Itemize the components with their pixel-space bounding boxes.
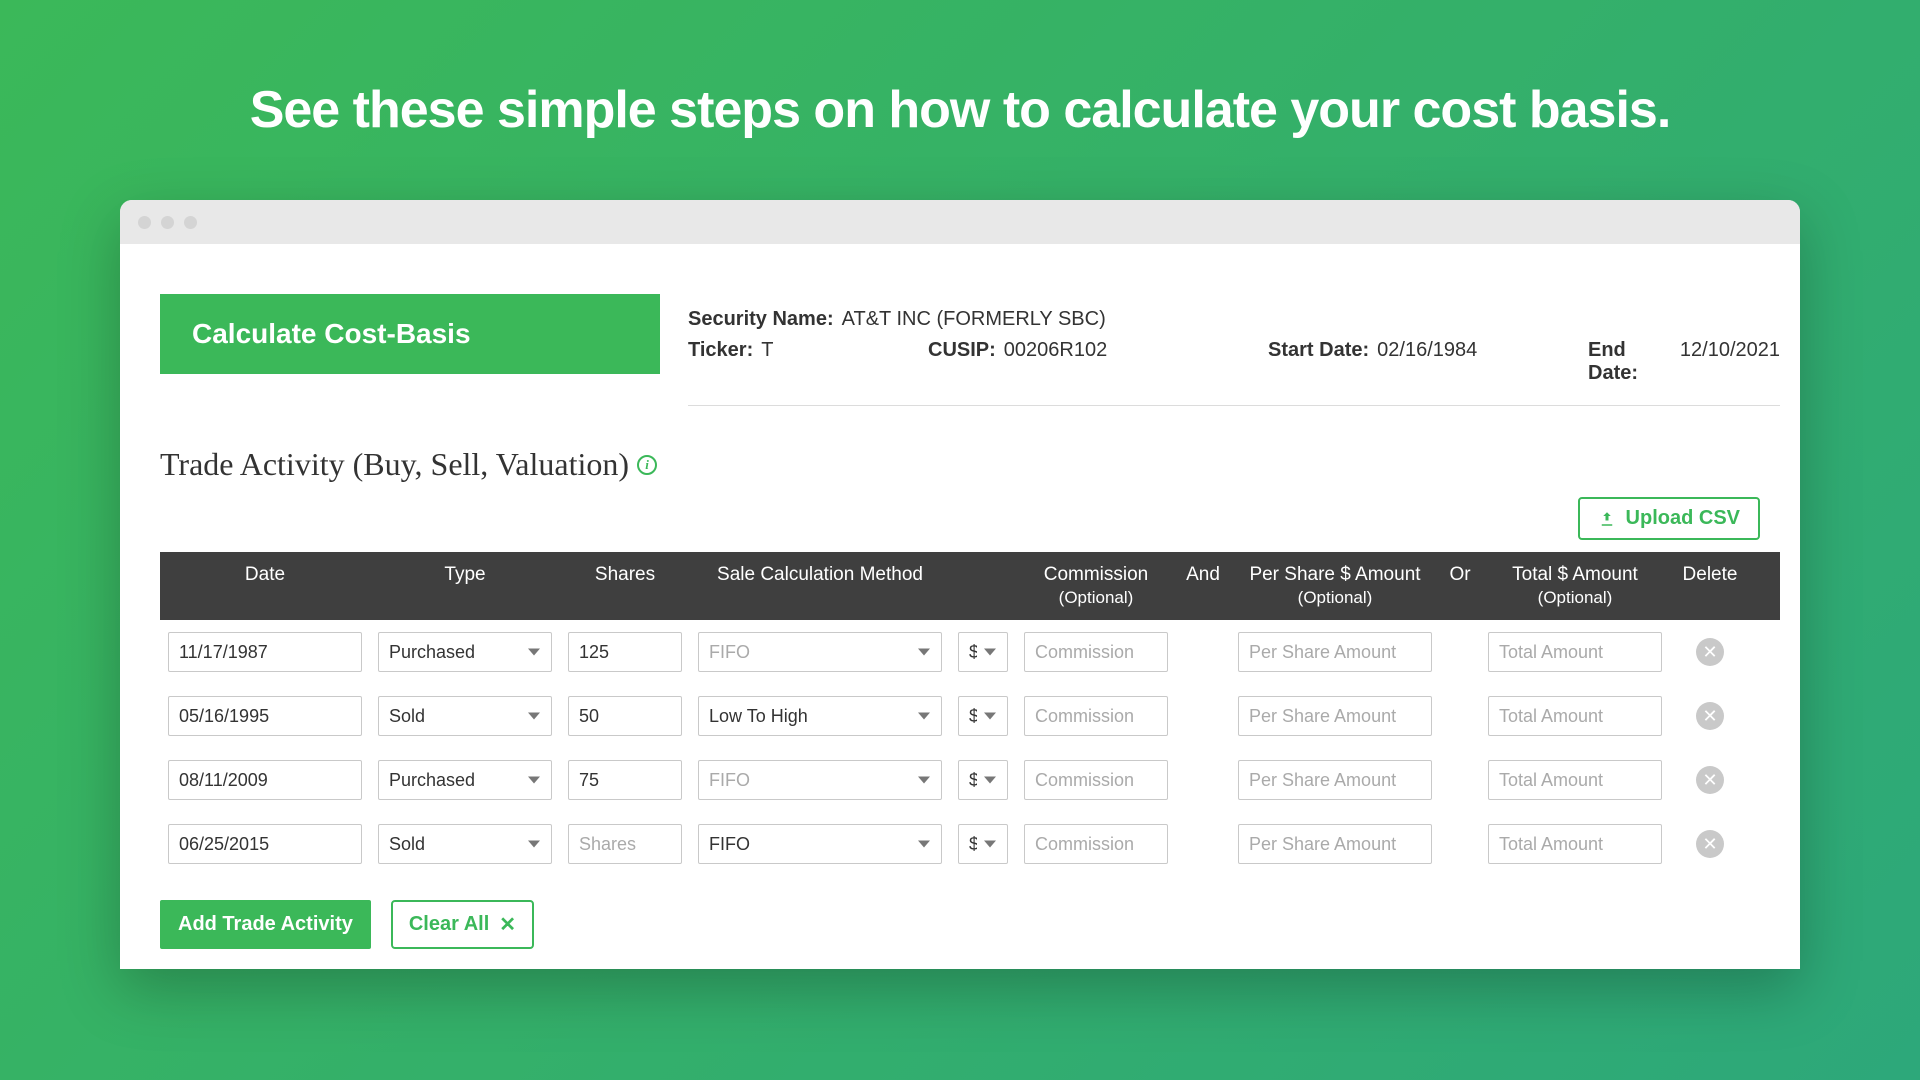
method-select[interactable]: Low To High: [698, 696, 942, 736]
add-trade-button[interactable]: Add Trade Activity: [160, 900, 371, 949]
method-select[interactable]: FIFO: [698, 632, 942, 672]
ticker-value: T: [761, 339, 773, 385]
hero-title: See these simple steps on how to calcula…: [0, 0, 1920, 200]
table-header: Date Type Shares Sale Calculation Method…: [160, 552, 1780, 620]
clear-all-label: Clear All: [409, 913, 489, 936]
clear-all-button[interactable]: Clear All ✕: [391, 900, 534, 949]
pershare-input[interactable]: [1238, 824, 1432, 864]
total-input[interactable]: [1488, 760, 1662, 800]
total-input[interactable]: [1488, 696, 1662, 736]
total-input[interactable]: [1488, 824, 1662, 864]
security-name-value: AT&T INC (FORMERLY SBC): [842, 308, 1106, 331]
calculate-banner: Calculate Cost-Basis: [160, 294, 660, 374]
traffic-light-close-icon: [138, 216, 151, 229]
col-commission: Commission(Optional): [1016, 564, 1176, 608]
trade-table: Date Type Shares Sale Calculation Method…: [160, 552, 1780, 876]
traffic-light-min-icon: [161, 216, 174, 229]
shares-input[interactable]: [568, 696, 682, 736]
date-input[interactable]: [168, 696, 362, 736]
col-total: Total $ Amount(Optional): [1480, 564, 1670, 608]
type-select[interactable]: Sold: [378, 824, 552, 864]
traffic-light-max-icon: [184, 216, 197, 229]
pershare-input[interactable]: [1238, 760, 1432, 800]
section-title: Trade Activity (Buy, Sell, Valuation) i: [160, 446, 1780, 483]
cusip-value: 00206R102: [1004, 339, 1107, 385]
delete-row-button[interactable]: ✕: [1696, 766, 1724, 794]
currency-select[interactable]: $: [958, 760, 1008, 800]
date-input[interactable]: [168, 760, 362, 800]
end-date-label: End Date:: [1588, 339, 1672, 385]
col-shares: Shares: [560, 564, 690, 608]
date-input[interactable]: [168, 824, 362, 864]
delete-row-button[interactable]: ✕: [1696, 702, 1724, 730]
col-pershare: Per Share $ Amount(Optional): [1230, 564, 1440, 608]
type-select[interactable]: Purchased: [378, 760, 552, 800]
cusip-label: CUSIP:: [928, 339, 996, 385]
commission-input[interactable]: [1024, 696, 1168, 736]
method-select[interactable]: FIFO: [698, 760, 942, 800]
upload-icon: [1598, 510, 1616, 528]
col-method: Sale Calculation Method: [690, 564, 950, 608]
table-row: Sold Low To High $ ✕: [160, 684, 1780, 748]
method-select[interactable]: FIFO: [698, 824, 942, 864]
start-date-value: 02/16/1984: [1377, 339, 1477, 385]
pershare-input[interactable]: [1238, 632, 1432, 672]
shares-input[interactable]: [568, 632, 682, 672]
security-name-label: Security Name:: [688, 308, 834, 331]
col-delete: Delete: [1670, 564, 1750, 608]
total-input[interactable]: [1488, 632, 1662, 672]
shares-input[interactable]: [568, 824, 682, 864]
info-icon[interactable]: i: [637, 455, 657, 475]
table-row: Purchased FIFO $ ✕: [160, 620, 1780, 684]
commission-input[interactable]: [1024, 632, 1168, 672]
upload-csv-label: Upload CSV: [1626, 507, 1740, 530]
delete-row-button[interactable]: ✕: [1696, 638, 1724, 666]
window-titlebar: [120, 200, 1800, 244]
pershare-input[interactable]: [1238, 696, 1432, 736]
currency-select[interactable]: $: [958, 824, 1008, 864]
close-icon: ✕: [499, 912, 516, 937]
section-title-text: Trade Activity (Buy, Sell, Valuation): [160, 446, 629, 483]
col-or: Or: [1440, 564, 1480, 608]
type-select[interactable]: Purchased: [378, 632, 552, 672]
ticker-label: Ticker:: [688, 339, 753, 385]
commission-input[interactable]: [1024, 760, 1168, 800]
table-row: Purchased FIFO $ ✕: [160, 748, 1780, 812]
col-type: Type: [370, 564, 560, 608]
type-select[interactable]: Sold: [378, 696, 552, 736]
col-date: Date: [160, 564, 370, 608]
commission-input[interactable]: [1024, 824, 1168, 864]
end-date-value: 12/10/2021: [1680, 339, 1780, 385]
table-row: Sold FIFO $ ✕: [160, 812, 1780, 876]
shares-input[interactable]: [568, 760, 682, 800]
currency-select[interactable]: $: [958, 632, 1008, 672]
app-window: Calculate Cost-Basis Security Name: AT&T…: [120, 200, 1800, 969]
currency-select[interactable]: $: [958, 696, 1008, 736]
security-meta: Security Name: AT&T INC (FORMERLY SBC) T…: [688, 294, 1780, 406]
start-date-label: Start Date:: [1268, 339, 1369, 385]
delete-row-button[interactable]: ✕: [1696, 830, 1724, 858]
upload-csv-button[interactable]: Upload CSV: [1578, 497, 1760, 540]
date-input[interactable]: [168, 632, 362, 672]
col-and: And: [1176, 564, 1230, 608]
